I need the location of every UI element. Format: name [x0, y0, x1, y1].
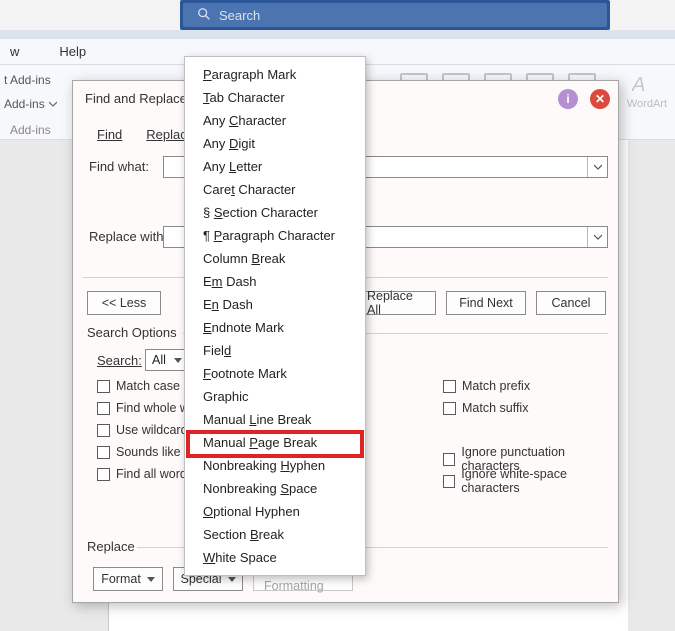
menu-item[interactable]: Field	[185, 339, 365, 362]
ribbon-group-addins: Add-ins	[10, 123, 51, 137]
chevron-down-icon[interactable]	[587, 157, 607, 177]
check-match-suffix[interactable]: Match suffix	[443, 401, 528, 415]
find-next-button[interactable]: Find Next	[446, 291, 526, 315]
special-characters-menu: Paragraph MarkTab CharacterAny Character…	[184, 56, 366, 576]
menu-item[interactable]: Paragraph Mark	[185, 63, 365, 86]
menu-item[interactable]: Footnote Mark	[185, 362, 365, 385]
label-find-what: Find what:	[89, 159, 149, 174]
ribbon-addins-1[interactable]: t Add-ins	[4, 73, 51, 87]
menu-w[interactable]: w	[10, 44, 19, 59]
menu-item[interactable]: Manual Line Break	[185, 408, 365, 431]
menu-item[interactable]: White Space	[185, 546, 365, 569]
menu-item[interactable]: Any Digit	[185, 132, 365, 155]
svg-text:A: A	[632, 74, 645, 95]
search-placeholder: Search	[219, 8, 260, 23]
menu-item[interactable]: Any Letter	[185, 155, 365, 178]
help-icon[interactable]: i	[558, 89, 578, 109]
replace-all-button[interactable]: Replace All	[356, 291, 436, 315]
check-ignore-whitespace[interactable]: Ignore white-space characters	[443, 467, 618, 495]
menu-item[interactable]: Optional Hyphen	[185, 500, 365, 523]
ribbon-addins-2[interactable]: Add-ins	[4, 97, 57, 111]
label-replace-with: Replace with:	[89, 229, 167, 244]
search-options-heading: Search Options	[87, 325, 177, 340]
wordart-button[interactable]: A WordArt	[627, 73, 667, 110]
menu-item[interactable]: ¶ Paragraph Character	[185, 224, 365, 247]
check-match-prefix[interactable]: Match prefix	[443, 379, 530, 393]
menu-item[interactable]: Any Character	[185, 109, 365, 132]
search-icon	[197, 7, 211, 24]
format-button[interactable]: Format	[93, 567, 163, 591]
chevron-down-icon	[49, 100, 57, 108]
menu-item[interactable]: Column Break	[185, 247, 365, 270]
less-button[interactable]: << Less	[87, 291, 161, 315]
title-search-bar[interactable]: Search	[180, 0, 610, 30]
menu-item[interactable]: Em Dash	[185, 270, 365, 293]
menu-item[interactable]: Nonbreaking Space	[185, 477, 365, 500]
check-use-wildcards[interactable]: Use wildcards	[97, 423, 194, 437]
chevron-down-icon[interactable]	[587, 227, 607, 247]
menu-item[interactable]: § Section Character	[185, 201, 365, 224]
check-match-case[interactable]: Match case	[97, 379, 180, 393]
menu-item[interactable]: Tab Character	[185, 86, 365, 109]
menu-item[interactable]: En Dash	[185, 293, 365, 316]
highlight-box	[186, 430, 364, 458]
band	[0, 30, 675, 39]
menu-item[interactable]: Graphic	[185, 385, 365, 408]
menu-item[interactable]: Section Break	[185, 523, 365, 546]
menu-item[interactable]: Endnote Mark	[185, 316, 365, 339]
menu-help[interactable]: Help	[59, 44, 86, 59]
close-icon[interactable]: ✕	[590, 89, 610, 109]
label-search: Search:	[97, 353, 142, 368]
replace-section-heading: Replace	[87, 539, 135, 554]
menu-item[interactable]: Caret Character	[185, 178, 365, 201]
cancel-button[interactable]: Cancel	[536, 291, 606, 315]
tab-find[interactable]: Find	[85, 121, 134, 148]
